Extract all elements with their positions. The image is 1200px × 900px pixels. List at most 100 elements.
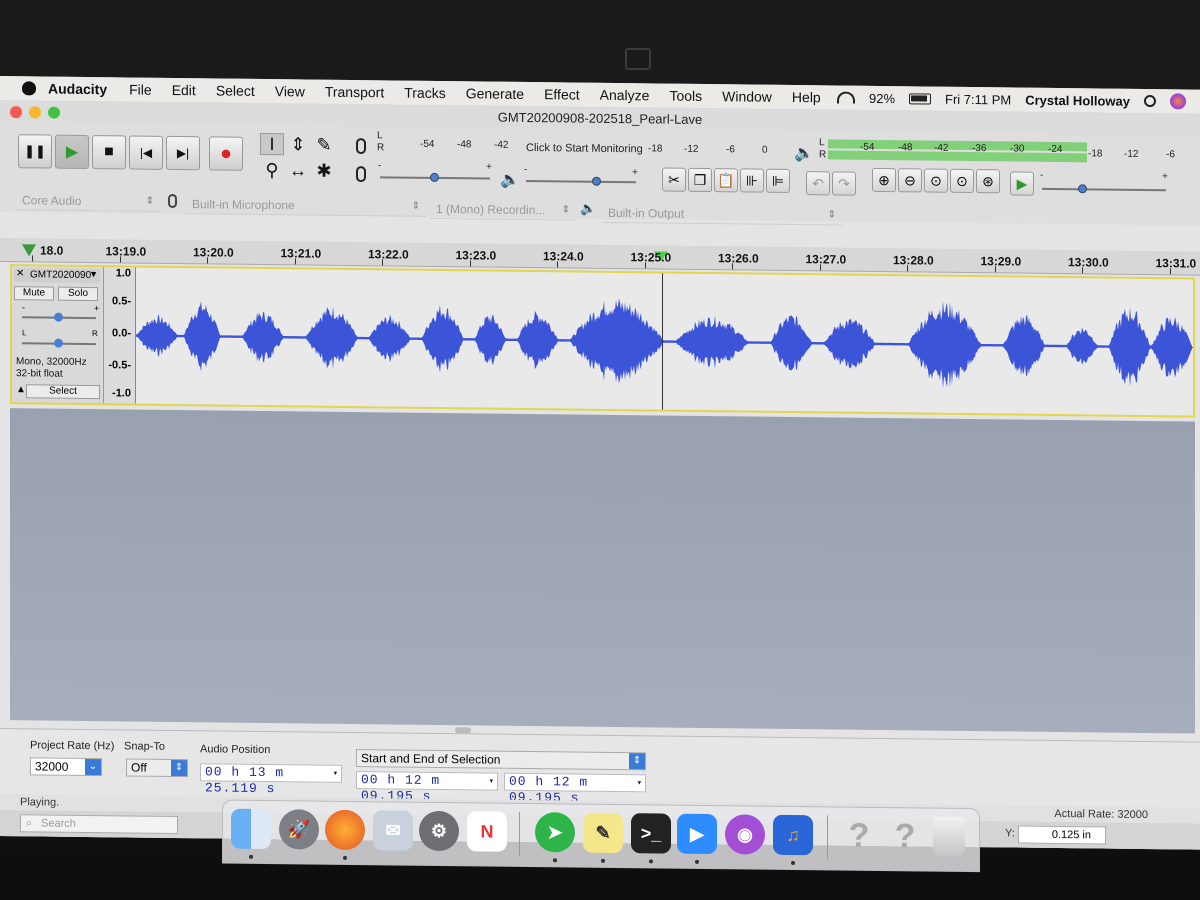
apple-icon[interactable] (22, 81, 36, 96)
audio-position-field[interactable]: 00 h 13 m 25.119 s ▾ (200, 763, 342, 796)
audacity-icon[interactable]: ♫ (773, 814, 813, 856)
y-value-field[interactable]: 0.125 in (1018, 825, 1106, 845)
clock[interactable]: Fri 7:11 PM (945, 91, 1011, 107)
selection-end-field[interactable]: 00 h 12 m 09.195 s ▾ (504, 772, 646, 806)
menu-help[interactable]: Help (792, 89, 821, 105)
rec-scale-label: -18 (648, 143, 663, 155)
recording-meter[interactable]: -54 -48 -42 Click to Start Monitoring -1… (386, 130, 772, 158)
playback-volume-slider[interactable] (526, 179, 636, 184)
siri-icon[interactable] (1170, 93, 1186, 110)
gain-knob[interactable] (54, 312, 63, 322)
menu-file[interactable]: File (129, 81, 152, 97)
zoom-toggle-button[interactable]: ⊛ (976, 169, 1000, 194)
close-window-button[interactable] (10, 106, 22, 119)
amplitude-scale[interactable]: 1.0 0.5- 0.0- -0.5- -1.0 (104, 267, 136, 404)
trim-button[interactable]: ⊪ (740, 168, 764, 193)
pause-button[interactable]: ❚❚ (18, 134, 52, 169)
menu-select[interactable]: Select (216, 82, 255, 98)
menu-effect[interactable]: Effect (544, 86, 580, 102)
trash-icon[interactable] (933, 816, 965, 857)
skip-to-start-button[interactable]: |◀ (129, 135, 163, 170)
fit-project-button[interactable]: ⊙ (950, 168, 974, 194)
zoom-window-button[interactable] (48, 106, 60, 119)
copy-button[interactable]: ❐ (688, 167, 712, 193)
help-icon[interactable]: ? (885, 816, 925, 856)
play-button[interactable]: ▶ (55, 134, 89, 170)
zoom-in-button[interactable]: ⊕ (872, 167, 896, 193)
recording-device-select[interactable]: Built-in Microphone ⇕ (186, 194, 426, 217)
playback-meter[interactable]: -54 -48 -42 -36 -30 -24 -18 -12 -6 (828, 137, 1188, 167)
audio-track[interactable]: ✕ GMT2020090 ▼ Mute Solo - + L R Mono, 3… (10, 264, 1195, 418)
selection-mode-select[interactable]: Start and End of Selection ⇕ (356, 749, 646, 771)
empty-track-area[interactable] (10, 408, 1195, 734)
paste-button[interactable]: 📋 (714, 168, 738, 193)
playback-device-select[interactable]: Built-in Output ⇕ (602, 202, 842, 226)
zoom-out-button[interactable]: ⊖ (898, 168, 922, 193)
play-speed-slider[interactable] (1042, 187, 1166, 192)
menu-generate[interactable]: Generate (466, 85, 524, 102)
firefox-icon[interactable] (325, 809, 365, 851)
background-search-field[interactable]: ⌕ Search (20, 814, 178, 835)
terminal-icon[interactable]: >_ (631, 813, 671, 854)
track-close-icon[interactable]: ✕ (16, 268, 24, 279)
mail-icon[interactable]: ✉ (373, 810, 413, 851)
finder-icon[interactable] (231, 808, 271, 850)
updown-icon: ⇕ (629, 753, 645, 770)
cut-button[interactable]: ✂ (662, 167, 686, 192)
recording-channels-select[interactable]: 1 (Mono) Recordin... ⇕ (430, 198, 576, 221)
snap-to-select[interactable]: Off ⇕ (126, 758, 188, 778)
audio-host-select[interactable]: Core Audio ⇕ (16, 190, 160, 212)
solo-button[interactable]: Solo (58, 286, 98, 302)
menu-tracks[interactable]: Tracks (404, 85, 445, 101)
menu-view[interactable]: View (275, 83, 305, 99)
start-monitoring-text[interactable]: Click to Start Monitoring (526, 142, 643, 155)
silence-button[interactable]: ⊫ (766, 168, 790, 193)
wifi-icon[interactable] (836, 91, 855, 104)
menu-window[interactable]: Window (722, 88, 772, 105)
help-icon[interactable]: ? (839, 816, 879, 856)
track-name-menu[interactable]: ✕ GMT2020090 ▼ (14, 268, 100, 284)
menu-transport[interactable]: Transport (325, 84, 384, 101)
podcasts-icon[interactable]: ◉ (725, 814, 765, 855)
user-name[interactable]: Crystal Holloway (1025, 92, 1130, 108)
multi-tool[interactable]: ✱ (312, 160, 336, 182)
playback-speaker-icon[interactable]: 🔈 (794, 143, 814, 163)
microphone-icon[interactable] (356, 138, 366, 155)
telegram-icon[interactable]: ➤ (535, 812, 575, 853)
draw-tool[interactable]: ✎ (312, 134, 336, 156)
notes-icon[interactable]: ✎ (583, 812, 623, 854)
play-speed-knob[interactable] (1078, 184, 1087, 194)
selection-tool[interactable]: I (260, 132, 284, 156)
undo-button[interactable]: ↶ (806, 171, 830, 196)
playback-volume-knob[interactable] (592, 176, 601, 186)
record-button[interactable]: ● (209, 136, 243, 171)
fit-selection-button[interactable]: ⊙ (924, 168, 948, 193)
mute-button[interactable]: Mute (14, 286, 54, 301)
pan-knob[interactable] (54, 338, 63, 348)
system-preferences-icon[interactable]: ⚙ (419, 810, 459, 852)
redo-button[interactable]: ↷ (832, 171, 856, 196)
time-shift-tool[interactable]: ↔ (286, 159, 310, 181)
project-rate-select[interactable]: 32000 ⌄ (30, 757, 102, 777)
menu-edit[interactable]: Edit (172, 82, 196, 98)
skip-to-end-button[interactable]: ▶| (166, 135, 200, 171)
app-menu[interactable]: Audacity (48, 81, 107, 98)
menu-tools[interactable]: Tools (669, 88, 702, 104)
zoom-icon[interactable]: ▶ (677, 813, 717, 855)
news-icon[interactable]: N (467, 811, 507, 852)
envelope-tool[interactable]: ⇕ (286, 133, 310, 155)
battery-icon[interactable] (909, 92, 932, 105)
selection-start-field[interactable]: 00 h 12 m 09.195 s ▾ (356, 771, 498, 804)
menu-analyze[interactable]: Analyze (600, 87, 650, 104)
minimize-window-button[interactable] (29, 106, 41, 119)
waveform-area[interactable] (136, 267, 1193, 416)
play-at-speed-button[interactable]: ▶ (1010, 171, 1034, 196)
zoom-tool[interactable]: ⚲ (260, 159, 284, 181)
stop-button[interactable]: ■ (92, 135, 126, 170)
recording-volume-knob[interactable] (430, 172, 439, 182)
spotlight-icon[interactable] (1144, 94, 1156, 108)
collapse-track-icon[interactable]: ▲ (16, 384, 26, 395)
launchpad-icon[interactable]: 🚀 (279, 809, 319, 850)
track-select-button[interactable]: Select (26, 384, 100, 400)
ruler-tick-label: 13:24.0 (543, 249, 584, 264)
